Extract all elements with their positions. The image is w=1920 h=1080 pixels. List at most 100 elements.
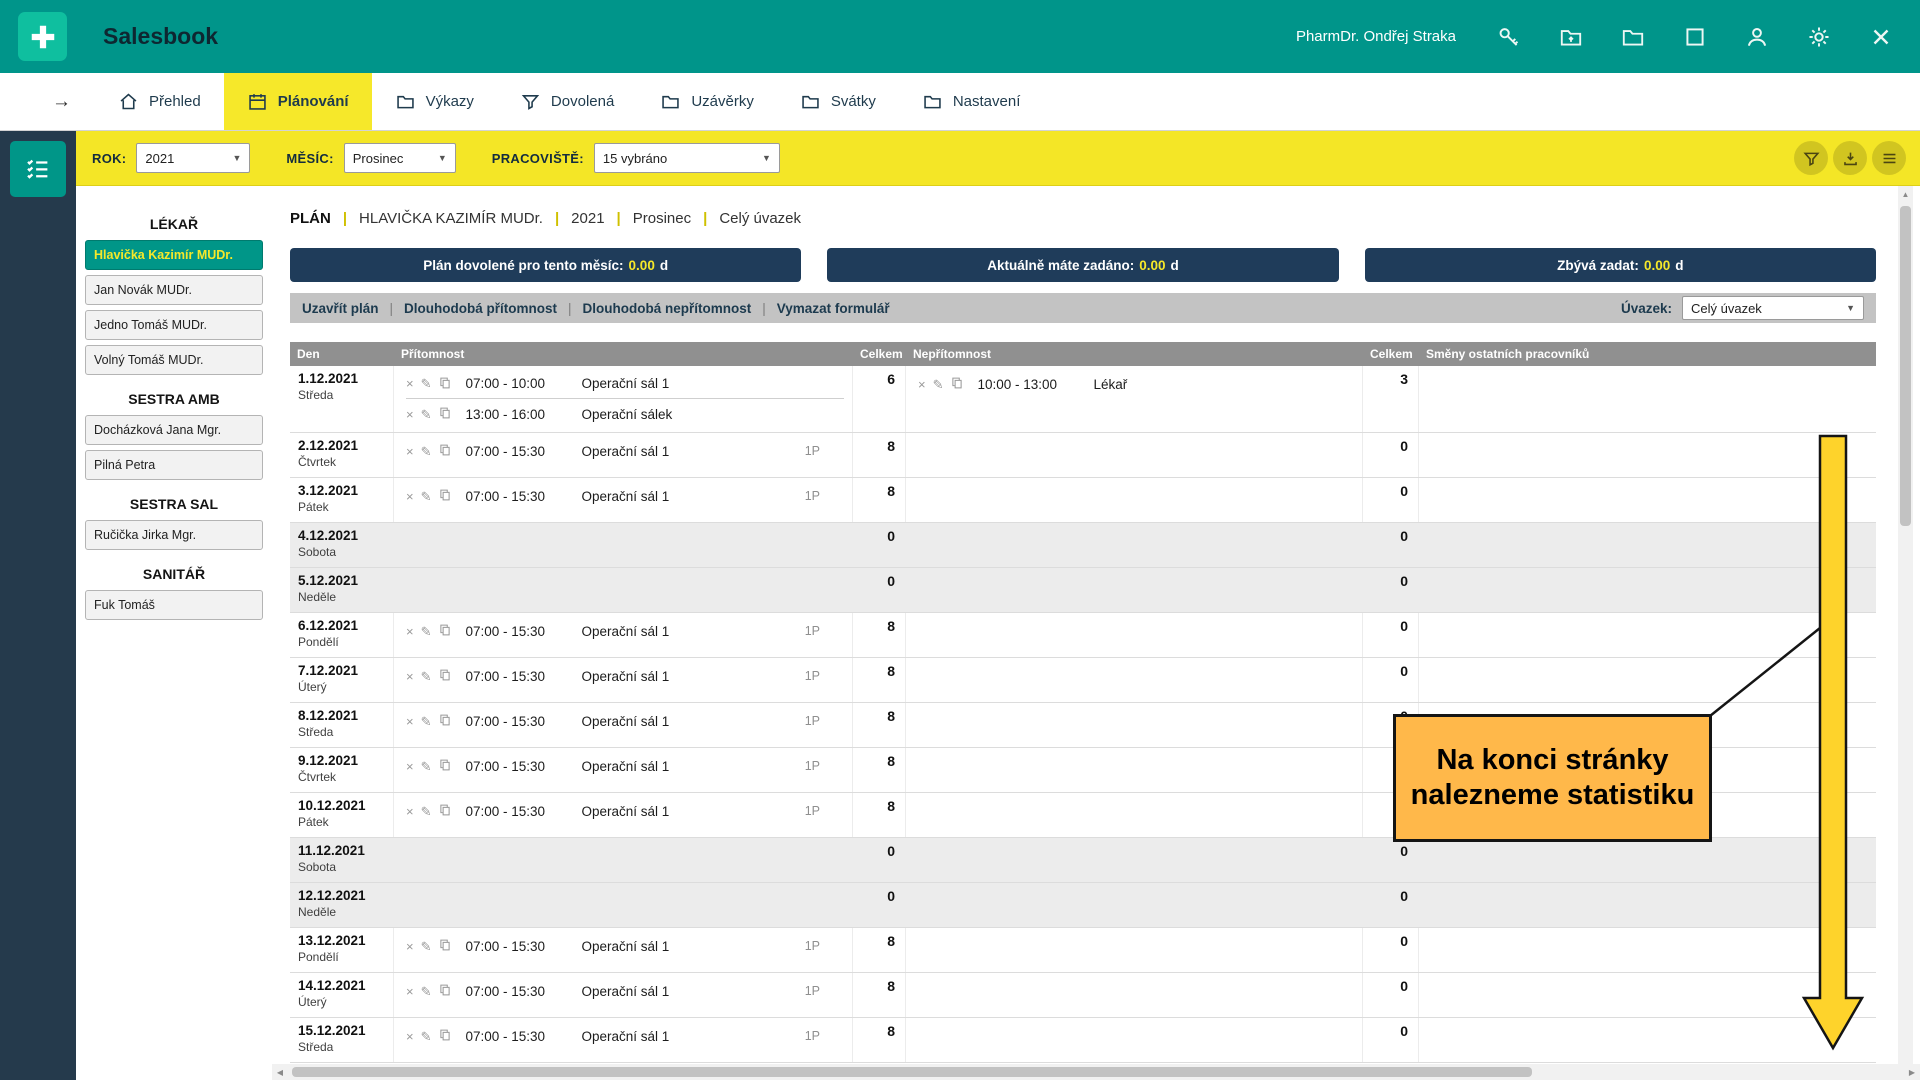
delete-entry-icon[interactable]: × bbox=[406, 760, 414, 773]
presence-cell[interactable] bbox=[394, 838, 853, 882]
edit-entry-icon[interactable]: ✎ bbox=[421, 445, 432, 458]
copy-entry-icon[interactable] bbox=[439, 377, 451, 391]
copy-entry-icon[interactable] bbox=[439, 759, 451, 773]
presence-cell[interactable]: ×✎07:00 - 15:30Operační sál 11P bbox=[394, 928, 853, 972]
absence-cell[interactable]: ×✎10:00 - 13:00Lékař bbox=[906, 366, 1363, 432]
delete-entry-icon[interactable]: × bbox=[406, 490, 414, 503]
funnel-icon[interactable] bbox=[1794, 141, 1828, 175]
edit-entry-icon[interactable]: ✎ bbox=[421, 625, 432, 638]
edit-entry-icon[interactable]: ✎ bbox=[421, 670, 432, 683]
scroll-right-arrow[interactable]: ▶ bbox=[1904, 1068, 1920, 1077]
sidebar-person-item[interactable]: Docházková Jana Mgr. bbox=[85, 415, 263, 445]
sidebar-person-item[interactable]: Volný Tomáš MUDr. bbox=[85, 345, 263, 375]
copy-entry-icon[interactable] bbox=[439, 1029, 451, 1043]
close-plan-button[interactable]: Uzavřít plán bbox=[302, 301, 379, 316]
long-presence-button[interactable]: Dlouhodobá přítomnost bbox=[404, 301, 557, 316]
delete-entry-icon[interactable]: × bbox=[406, 715, 414, 728]
absence-cell[interactable] bbox=[906, 838, 1363, 882]
presence-cell[interactable]: ×✎07:00 - 15:30Operační sál 11P bbox=[394, 703, 853, 747]
scroll-up-arrow[interactable]: ▲ bbox=[1898, 186, 1913, 199]
absence-cell[interactable] bbox=[906, 478, 1363, 522]
edit-entry-icon[interactable]: ✎ bbox=[933, 378, 944, 391]
absence-cell[interactable] bbox=[906, 883, 1363, 927]
absence-cell[interactable] bbox=[906, 658, 1363, 702]
delete-entry-icon[interactable]: × bbox=[406, 1030, 414, 1043]
presence-cell[interactable] bbox=[394, 523, 853, 567]
edit-entry-icon[interactable]: ✎ bbox=[421, 490, 432, 503]
edit-entry-icon[interactable]: ✎ bbox=[421, 715, 432, 728]
delete-entry-icon[interactable]: × bbox=[406, 408, 414, 421]
key-icon[interactable] bbox=[1496, 24, 1522, 50]
user-icon[interactable] bbox=[1744, 24, 1770, 50]
edit-entry-icon[interactable]: ✎ bbox=[421, 377, 432, 390]
edit-entry-icon[interactable]: ✎ bbox=[421, 940, 432, 953]
copy-entry-icon[interactable] bbox=[951, 377, 963, 391]
clear-form-button[interactable]: Vymazat formulář bbox=[777, 301, 890, 316]
edit-entry-icon[interactable]: ✎ bbox=[421, 1030, 432, 1043]
workplace-select[interactable]: 15 vybráno ▼ bbox=[594, 143, 780, 173]
delete-entry-icon[interactable]: × bbox=[406, 670, 414, 683]
folder-icon[interactable] bbox=[1620, 24, 1646, 50]
copy-entry-icon[interactable] bbox=[439, 804, 451, 818]
window-icon[interactable] bbox=[1682, 24, 1708, 50]
tab-nastaveni[interactable]: Nastavení bbox=[899, 73, 1044, 130]
tab-vykazy[interactable]: Výkazy bbox=[372, 73, 497, 130]
copy-entry-icon[interactable] bbox=[439, 984, 451, 998]
copy-entry-icon[interactable] bbox=[439, 407, 451, 421]
sidebar-person-item[interactable]: Ručička Jirka Mgr. bbox=[85, 520, 263, 550]
gear-icon[interactable] bbox=[1806, 24, 1832, 50]
absence-cell[interactable] bbox=[906, 613, 1363, 657]
long-absence-button[interactable]: Dlouhodobá nepřítomnost bbox=[583, 301, 752, 316]
forward-arrow-icon[interactable]: → bbox=[52, 91, 71, 113]
presence-cell[interactable]: ×✎07:00 - 15:30Operační sál 11P bbox=[394, 658, 853, 702]
menu-icon[interactable] bbox=[1872, 141, 1906, 175]
presence-cell[interactable] bbox=[394, 568, 853, 612]
tab-uzaverky[interactable]: Uzávěrky bbox=[637, 73, 777, 130]
delete-entry-icon[interactable]: × bbox=[406, 985, 414, 998]
absence-cell[interactable] bbox=[906, 748, 1363, 792]
delete-entry-icon[interactable]: × bbox=[406, 445, 414, 458]
edit-entry-icon[interactable]: ✎ bbox=[421, 408, 432, 421]
presence-cell[interactable]: ×✎07:00 - 15:30Operační sál 11P bbox=[394, 478, 853, 522]
sidebar-person-item[interactable]: Jedno Tomáš MUDr. bbox=[85, 310, 263, 340]
year-select[interactable]: 2021 ▼ bbox=[136, 143, 250, 173]
horizontal-scroll-thumb[interactable] bbox=[292, 1067, 1532, 1077]
sidebar-person-item[interactable]: Pilná Petra bbox=[85, 450, 263, 480]
delete-entry-icon[interactable]: × bbox=[406, 625, 414, 638]
tab-prehled[interactable]: Přehled bbox=[95, 73, 224, 130]
scroll-left-arrow[interactable]: ◀ bbox=[272, 1068, 288, 1077]
presence-cell[interactable]: ×✎07:00 - 15:30Operační sál 11P bbox=[394, 748, 853, 792]
copy-entry-icon[interactable] bbox=[439, 624, 451, 638]
absence-cell[interactable] bbox=[906, 523, 1363, 567]
absence-cell[interactable] bbox=[906, 433, 1363, 477]
copy-entry-icon[interactable] bbox=[439, 669, 451, 683]
vertical-scrollbar[interactable]: ▲ bbox=[1898, 186, 1913, 1064]
copy-entry-icon[interactable] bbox=[439, 714, 451, 728]
vertical-scroll-thumb[interactable] bbox=[1900, 206, 1911, 526]
absence-cell[interactable] bbox=[906, 1018, 1363, 1062]
presence-cell[interactable]: ×✎07:00 - 15:30Operační sál 11P bbox=[394, 793, 853, 837]
delete-entry-icon[interactable]: × bbox=[406, 940, 414, 953]
horizontal-scrollbar[interactable]: ◀ ▶ bbox=[272, 1064, 1920, 1080]
folder-upload-icon[interactable] bbox=[1558, 24, 1584, 50]
month-select[interactable]: Prosinec ▼ bbox=[344, 143, 456, 173]
absence-cell[interactable] bbox=[906, 703, 1363, 747]
presence-cell[interactable]: ×✎07:00 - 15:30Operační sál 11P bbox=[394, 433, 853, 477]
edit-entry-icon[interactable]: ✎ bbox=[421, 985, 432, 998]
presence-cell[interactable]: ×✎07:00 - 10:00Operační sál 1×✎13:00 - 1… bbox=[394, 366, 853, 432]
edit-entry-icon[interactable]: ✎ bbox=[421, 760, 432, 773]
copy-entry-icon[interactable] bbox=[439, 489, 451, 503]
copy-entry-icon[interactable] bbox=[439, 444, 451, 458]
presence-cell[interactable]: ×✎07:00 - 15:30Operační sál 11P bbox=[394, 973, 853, 1017]
presence-cell[interactable]: ×✎07:00 - 15:30Operační sál 11P bbox=[394, 613, 853, 657]
tab-planovani[interactable]: Plánování bbox=[224, 73, 372, 130]
tab-svatky[interactable]: Svátky bbox=[777, 73, 899, 130]
absence-cell[interactable] bbox=[906, 973, 1363, 1017]
delete-entry-icon[interactable]: × bbox=[918, 378, 926, 391]
presence-cell[interactable]: ×✎07:00 - 15:30Operační sál 11P bbox=[394, 1018, 853, 1062]
delete-entry-icon[interactable]: × bbox=[406, 805, 414, 818]
absence-cell[interactable] bbox=[906, 568, 1363, 612]
absence-cell[interactable] bbox=[906, 928, 1363, 972]
tab-dovolena[interactable]: Dovolená bbox=[497, 73, 637, 130]
sidebar-person-item[interactable]: Fuk Tomáš bbox=[85, 590, 263, 620]
